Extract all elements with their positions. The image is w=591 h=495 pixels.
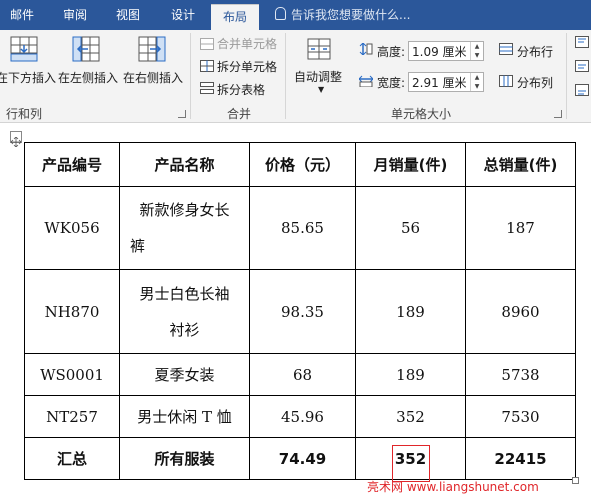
header-cell[interactable]: 总销量(件) — [465, 142, 576, 187]
table-row: WS0001 夏季女装 68 189 5738 — [24, 353, 576, 396]
tell-me-search[interactable]: 告诉我您想要做什么... — [275, 0, 410, 30]
split-table-icon — [200, 82, 214, 94]
table-cell[interactable]: 56 — [355, 186, 466, 270]
insert-below-icon — [10, 36, 38, 62]
table-cell[interactable]: 98.35 — [249, 269, 356, 354]
watermark: 亮术网 www.liangshunet.com — [367, 480, 539, 494]
tab-review[interactable]: 审阅 — [63, 0, 87, 30]
align-middle-icon[interactable] — [575, 60, 589, 72]
distribute-columns-label: 分布列 — [517, 76, 554, 90]
group-label-rows-cols: 行和列 — [6, 107, 43, 121]
insert-right-label: 在右侧插入 — [123, 71, 184, 85]
width-spinner[interactable]: ▲ ▼ — [470, 73, 483, 91]
table-cell[interactable]: 85.65 — [249, 186, 356, 270]
group-divider — [566, 33, 567, 119]
group-label-cell-size: 单元格大小 — [391, 107, 452, 121]
table-row: NT257 男士休闲 T 恤 45.96 352 7530 — [24, 395, 576, 438]
group-label-merge: 合并 — [227, 107, 252, 121]
merge-cells-icon — [200, 38, 214, 50]
table-cell[interactable]: NT257 — [24, 395, 120, 438]
tell-me-text: 告诉我您想要做什么... — [291, 8, 411, 22]
table-cell[interactable]: 男士白色长袖 衬衫 — [119, 269, 250, 354]
split-table-label: 拆分表格 — [217, 83, 266, 97]
header-cell[interactable]: 月销量(件) — [355, 142, 466, 187]
table-row: WK056 新款修身女长裤 85.65 56 187 — [24, 186, 576, 270]
insert-left-label: 在左侧插入 — [58, 71, 119, 85]
ribbon-layout-panel: 在下方插入 在左侧插入 在右侧插入 行和列 合并单元格 拆分单元格 拆分表格 合… — [0, 30, 591, 123]
spin-down-icon[interactable]: ▼ — [471, 51, 483, 60]
table-summary-row: 汇总 所有服装 74.49 352 22415 — [24, 437, 576, 480]
align-bottom-icon[interactable] — [575, 84, 589, 96]
split-cells-label: 拆分单元格 — [217, 60, 278, 74]
insert-left-icon — [72, 36, 100, 62]
column-width-icon — [359, 75, 373, 87]
table-cell[interactable]: WK056 — [24, 186, 120, 270]
cell-size-launcher-icon[interactable] — [554, 110, 562, 118]
table-header-row: 产品编号 产品名称 价格（元） 月销量(件) 总销量(件) — [24, 142, 576, 187]
tab-layout[interactable]: 布局 — [211, 4, 260, 31]
table-cell[interactable]: 5738 — [465, 353, 576, 396]
table-cell[interactable]: 7530 — [465, 395, 576, 438]
tab-view[interactable]: 视图 — [116, 0, 140, 30]
height-label: 高度: — [377, 45, 406, 59]
table-cell[interactable]: 45.96 — [249, 395, 356, 438]
insert-below-label: 在下方插入 — [0, 71, 57, 85]
table-cell[interactable]: 352 — [355, 395, 466, 438]
rows-cols-launcher-icon[interactable] — [178, 110, 186, 118]
tab-design[interactable]: 设计 — [171, 0, 195, 30]
table-cell[interactable]: NH870 — [24, 269, 120, 354]
table-row: NH870 男士白色长袖 衬衫 98.35 189 8960 — [24, 269, 576, 354]
align-top-icon[interactable] — [575, 36, 589, 48]
ribbon-tab-bar: 邮件 审阅 视图 设计 布局 告诉我您想要做什么... — [0, 0, 591, 31]
autofit-label: 自动调整 — [294, 70, 343, 84]
table-cell[interactable]: 189 — [355, 269, 466, 354]
group-divider — [285, 33, 286, 119]
table-cell[interactable]: 187 — [465, 186, 576, 270]
merge-cells-label: 合并单元格 — [217, 37, 278, 51]
spin-up-icon[interactable]: ▲ — [471, 73, 483, 82]
height-input[interactable]: 1.09 厘米 ▲ ▼ — [408, 41, 484, 61]
table-cell[interactable]: 68 — [249, 353, 356, 396]
height-value: 1.09 厘米 — [412, 45, 467, 59]
lightbulb-icon — [275, 7, 286, 20]
spin-down-icon[interactable]: ▼ — [471, 82, 483, 91]
table-cell[interactable]: 22415 — [465, 437, 576, 480]
distribute-columns-icon — [499, 75, 513, 87]
spin-up-icon[interactable]: ▲ — [471, 42, 483, 51]
width-value: 2.91 厘米 — [412, 76, 467, 90]
tab-mailings[interactable]: 邮件 — [10, 0, 34, 30]
table-cell[interactable]: 8960 — [465, 269, 576, 354]
table-cell[interactable]: 189 — [355, 353, 466, 396]
width-input[interactable]: 2.91 厘米 ▲ ▼ — [408, 72, 484, 92]
split-cells-icon — [200, 60, 214, 72]
header-cell[interactable]: 产品名称 — [119, 142, 250, 187]
insert-right-icon — [138, 36, 166, 62]
table-move-handle-icon[interactable] — [10, 131, 22, 148]
table-resize-handle[interactable] — [572, 477, 579, 484]
group-divider — [190, 33, 191, 119]
document-area: 产品编号 产品名称 价格（元） 月销量(件) 总销量(件) WK056 新款修身… — [0, 123, 591, 494]
header-cell[interactable]: 产品编号 — [24, 142, 120, 187]
table-cell[interactable]: 新款修身女长裤 — [119, 186, 250, 270]
autofit-icon — [307, 38, 331, 60]
sales-table: 产品编号 产品名称 价格（元） 月销量(件) 总销量(件) WK056 新款修身… — [24, 142, 576, 480]
table-cell[interactable]: 男士休闲 T 恤 — [119, 395, 250, 438]
distribute-rows-icon — [499, 43, 513, 55]
table-cell[interactable]: 夏季女装 — [119, 353, 250, 396]
table-cell[interactable]: 汇总 — [24, 437, 120, 480]
height-spinner[interactable]: ▲ ▼ — [470, 42, 483, 60]
header-cell[interactable]: 价格（元） — [249, 142, 356, 187]
row-height-icon — [359, 43, 373, 55]
table-cell[interactable]: WS0001 — [24, 353, 120, 396]
distribute-rows-label: 分布行 — [517, 45, 554, 59]
width-label: 宽度: — [377, 76, 406, 90]
table-cell[interactable]: 所有服装 — [119, 437, 250, 480]
autofit-dropdown-icon: ▼ — [318, 85, 325, 94]
highlight-box — [392, 445, 430, 482]
table-cell[interactable]: 74.49 — [249, 437, 356, 480]
